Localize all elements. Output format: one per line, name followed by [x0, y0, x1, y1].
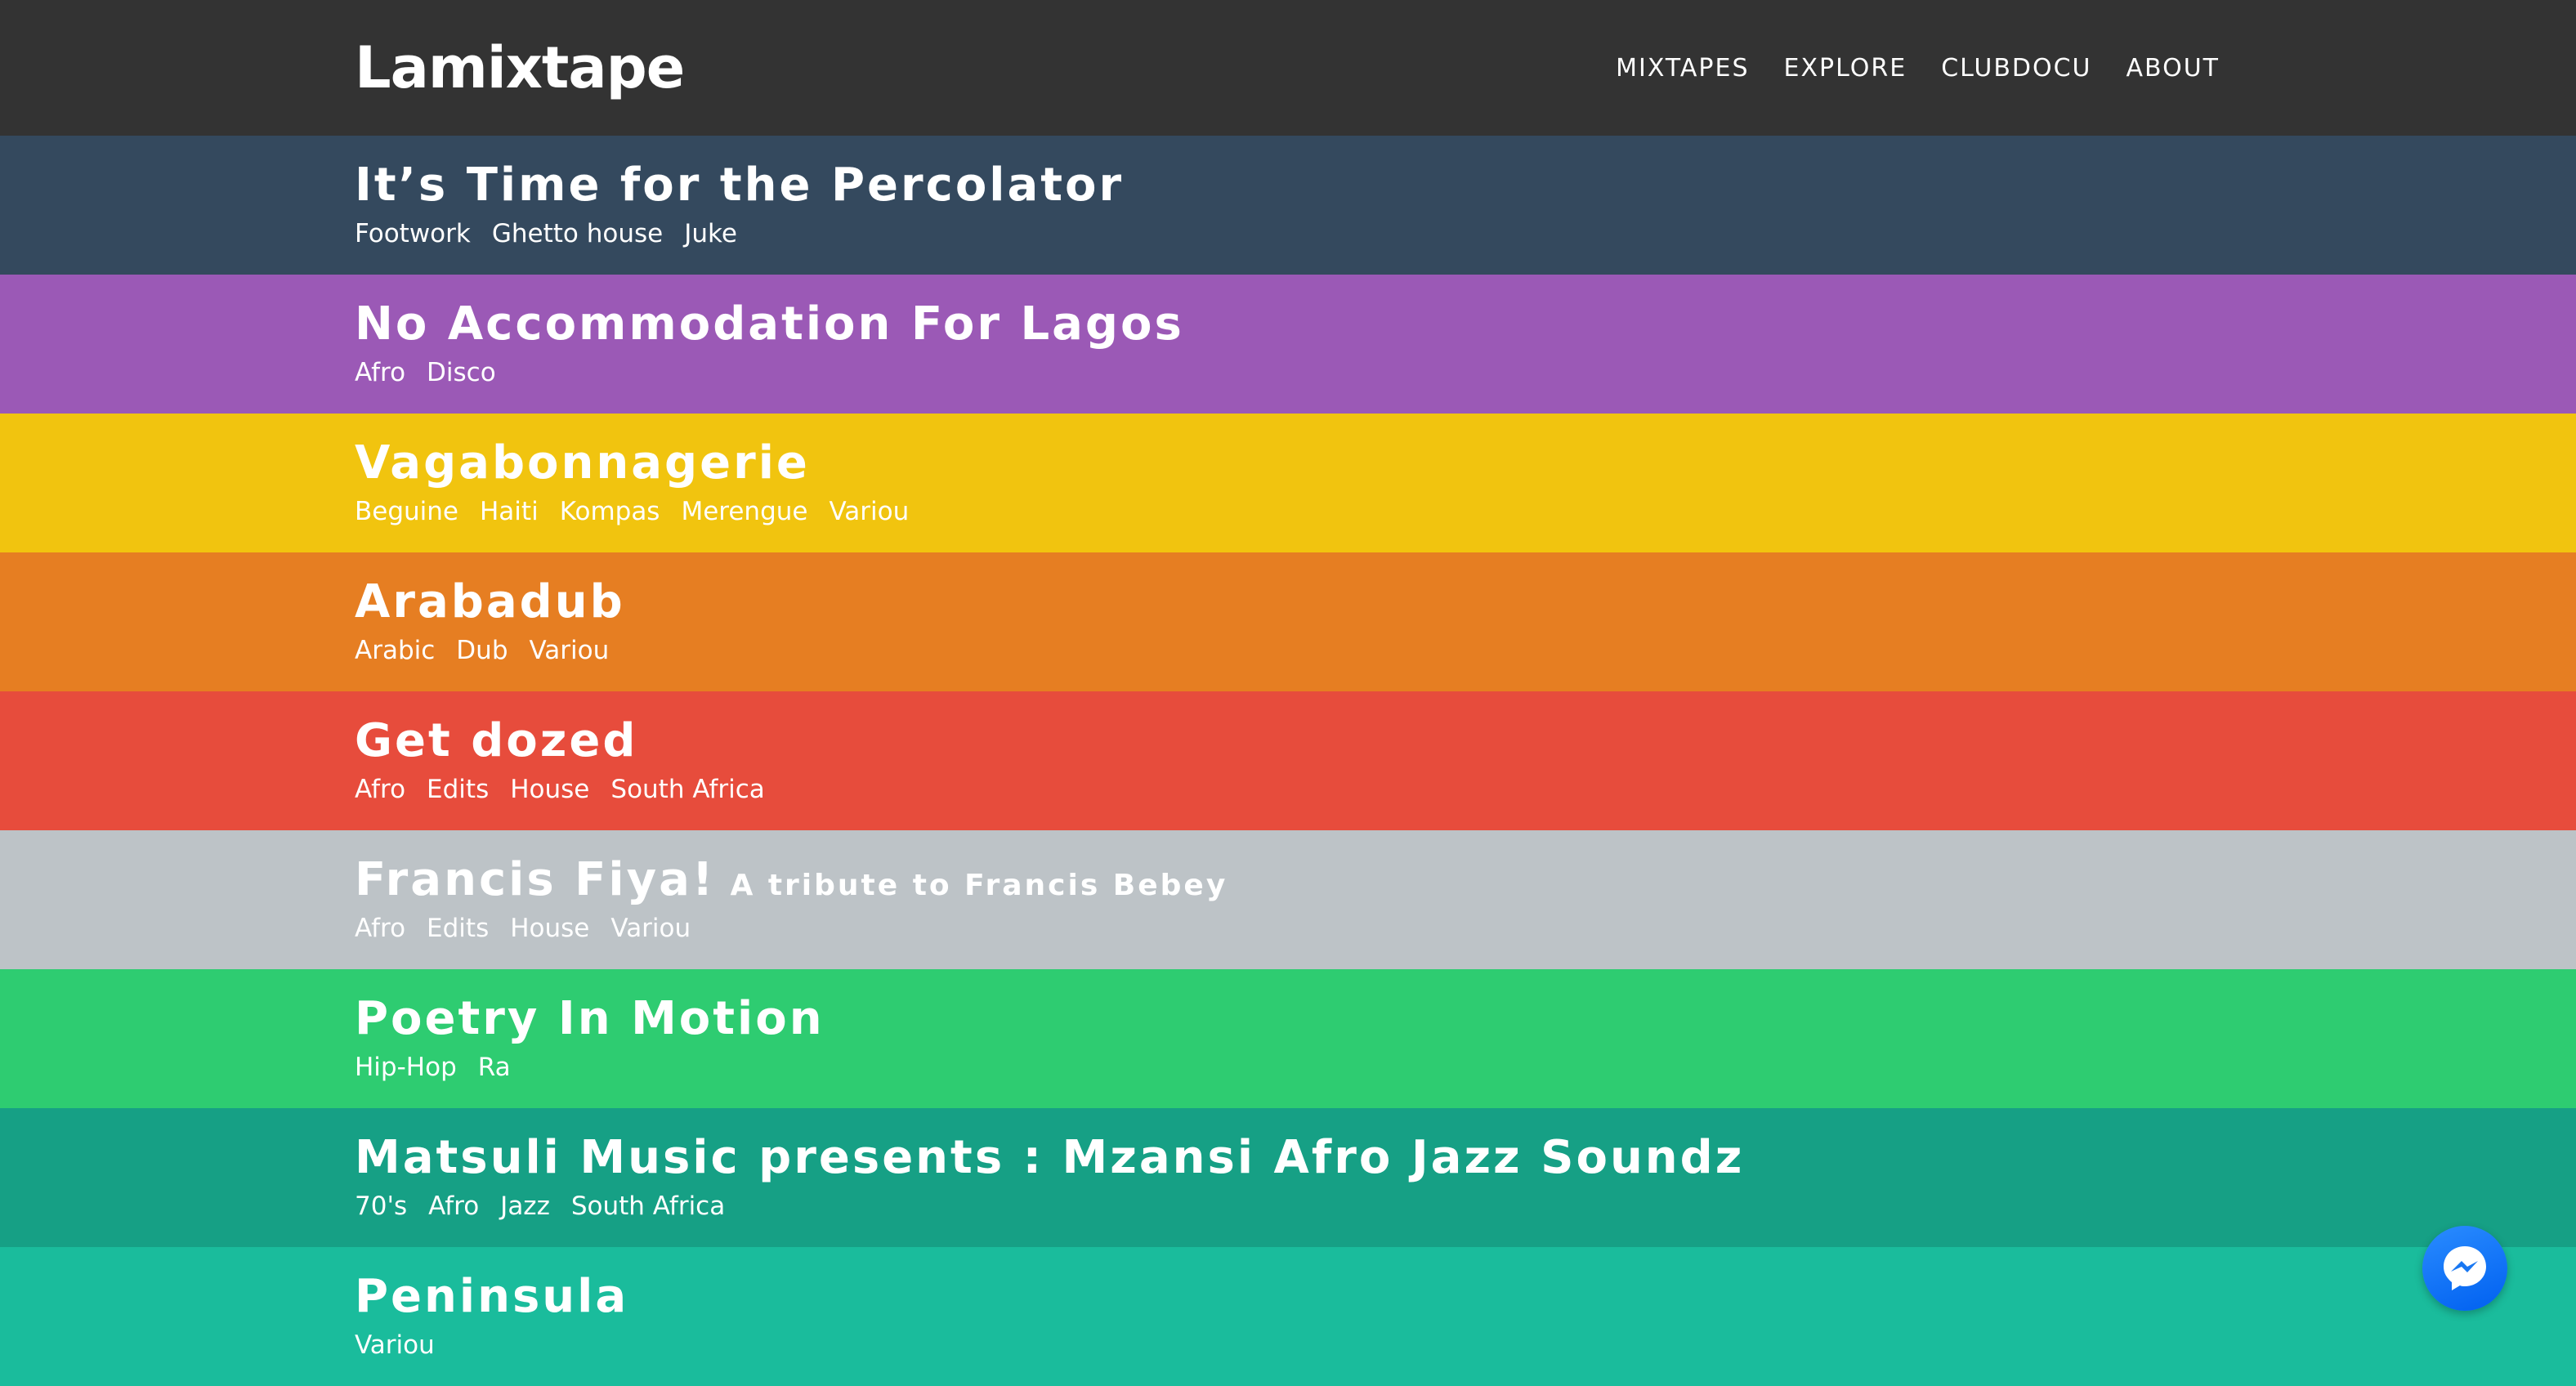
nav-explore[interactable]: EXPLORE	[1784, 51, 1907, 87]
genre-tag[interactable]: Variou	[355, 1329, 435, 1361]
mixtape-tags: Afro Edits House Variou	[355, 912, 691, 945]
messenger-chat-button[interactable]	[2422, 1226, 2507, 1311]
genre-tag[interactable]: Ghetto house	[492, 217, 663, 250]
mixtape-subtitle: A tribute to Francis Bebey	[730, 869, 1228, 902]
genre-tag[interactable]: Juke	[684, 217, 737, 250]
main-nav: MIXTAPES EXPLORE CLUBDOCU ABOUT	[1616, 51, 2220, 87]
mixtape-title-line: Francis Fiya! A tribute to Francis Bebey	[355, 852, 1228, 914]
genre-tag[interactable]: Kompas	[560, 495, 660, 528]
mixtape-row[interactable]: Get dozed Afro Edits House South Africa	[0, 691, 2576, 830]
mixtape-title[interactable]: Francis Fiya!	[355, 853, 715, 906]
mixtape-title-line: Peninsula	[355, 1268, 628, 1326]
genre-tag[interactable]: Disco	[427, 356, 496, 389]
mixtape-title-line: It’s Time for the Percolator	[355, 157, 1124, 214]
mixtape-title[interactable]: It’s Time for the Percolator	[355, 159, 1124, 212]
mixtape-row[interactable]: It’s Time for the Percolator Footwork Ghet…	[0, 136, 2576, 275]
genre-tag[interactable]: Dub	[456, 634, 508, 667]
mixtape-title-line: Vagabonnagerie	[355, 435, 810, 492]
mixtape-tags: 70's Afro Jazz South Africa	[355, 1190, 725, 1223]
mixtape-title[interactable]: Get dozed	[355, 714, 637, 767]
genre-tag[interactable]: 70's	[355, 1190, 407, 1223]
genre-tag[interactable]: Afro	[355, 773, 405, 806]
mixtape-title-line: No Accommodation For Lagos	[355, 296, 1184, 353]
mixtape-title-line: Get dozed	[355, 713, 637, 770]
mixtape-title[interactable]: No Accommodation For Lagos	[355, 297, 1184, 351]
nav-mixtapes[interactable]: MIXTAPES	[1616, 51, 1749, 87]
mixtape-tags: Hip-Hop Ra	[355, 1051, 511, 1084]
genre-tag[interactable]: Variou	[610, 912, 691, 945]
mixtape-tags: Footwork Ghetto house Juke	[355, 217, 737, 250]
mixtape-title[interactable]: Vagabonnagerie	[355, 436, 810, 490]
mixtape-title[interactable]: Peninsula	[355, 1270, 628, 1323]
site-header: Lamixtape MIXTAPES EXPLORE CLUBDOCU ABOU…	[0, 0, 2576, 136]
genre-tag[interactable]: Hip-Hop	[355, 1051, 457, 1084]
genre-tag[interactable]: South Africa	[610, 773, 764, 806]
genre-tag[interactable]: Variou	[829, 495, 909, 528]
genre-tag[interactable]: Afro	[355, 356, 405, 389]
genre-tag[interactable]: Haiti	[480, 495, 539, 528]
genre-tag[interactable]: Beguine	[355, 495, 458, 528]
genre-tag[interactable]: Afro	[428, 1190, 479, 1223]
mixtape-title[interactable]: Arabadub	[355, 575, 625, 628]
mixtape-tags: Variou	[355, 1329, 435, 1361]
mixtape-row[interactable]: Francis Fiya! A tribute to Francis Bebey A…	[0, 830, 2576, 969]
genre-tag[interactable]: Variou	[530, 634, 610, 667]
messenger-icon	[2444, 1246, 2486, 1290]
genre-tag[interactable]: House	[510, 912, 589, 945]
mixtape-row[interactable]: Poetry In Motion Hip-Hop Ra	[0, 969, 2576, 1108]
mixtape-tags: Arabic Dub Variou	[355, 634, 609, 667]
genre-tag[interactable]: House	[510, 773, 589, 806]
genre-tag[interactable]: Arabic	[355, 634, 435, 667]
mixtape-tags: Beguine Haiti Kompas Merengue Variou	[355, 495, 909, 528]
genre-tag[interactable]: Edits	[427, 773, 489, 806]
genre-tag[interactable]: Afro	[355, 912, 405, 945]
mixtape-row[interactable]: No Accommodation For Lagos Afro Disco	[0, 275, 2576, 414]
nav-clubdocu[interactable]: CLUBDOCU	[1941, 51, 2091, 87]
mixtape-title[interactable]: Poetry In Motion	[355, 992, 825, 1045]
mixtape-title-line: Matsuli Music presents : Mzansi Afro Jaz…	[355, 1129, 1744, 1187]
genre-tag[interactable]: Edits	[427, 912, 489, 945]
mixtape-tags: Afro Edits House South Africa	[355, 773, 765, 806]
mixtape-row[interactable]: Arabadub Arabic Dub Variou	[0, 552, 2576, 691]
nav-about[interactable]: ABOUT	[2127, 51, 2220, 87]
mixtape-title[interactable]: Matsuli Music presents : Mzansi Afro Jaz…	[355, 1131, 1744, 1184]
mixtape-title-line: Arabadub	[355, 574, 625, 631]
mixtape-row[interactable]: Peninsula Variou	[0, 1247, 2576, 1386]
mixtape-tags: Afro Disco	[355, 356, 496, 389]
genre-tag[interactable]: Footwork	[355, 217, 471, 250]
mixtape-row[interactable]: Matsuli Music presents : Mzansi Afro Jaz…	[0, 1108, 2576, 1247]
mixtape-row[interactable]: Vagabonnagerie Beguine Haiti Kompas Merengue…	[0, 414, 2576, 552]
genre-tag[interactable]: South Africa	[571, 1190, 725, 1223]
mixtape-list: It’s Time for the Percolator Footwork Ghet…	[0, 136, 2576, 1386]
mixtape-title-line: Poetry In Motion	[355, 990, 825, 1048]
genre-tag[interactable]: Jazz	[500, 1190, 550, 1223]
genre-tag[interactable]: Ra	[478, 1051, 511, 1084]
site-logo[interactable]: Lamixtape	[355, 31, 685, 105]
genre-tag[interactable]: Merengue	[681, 495, 807, 528]
